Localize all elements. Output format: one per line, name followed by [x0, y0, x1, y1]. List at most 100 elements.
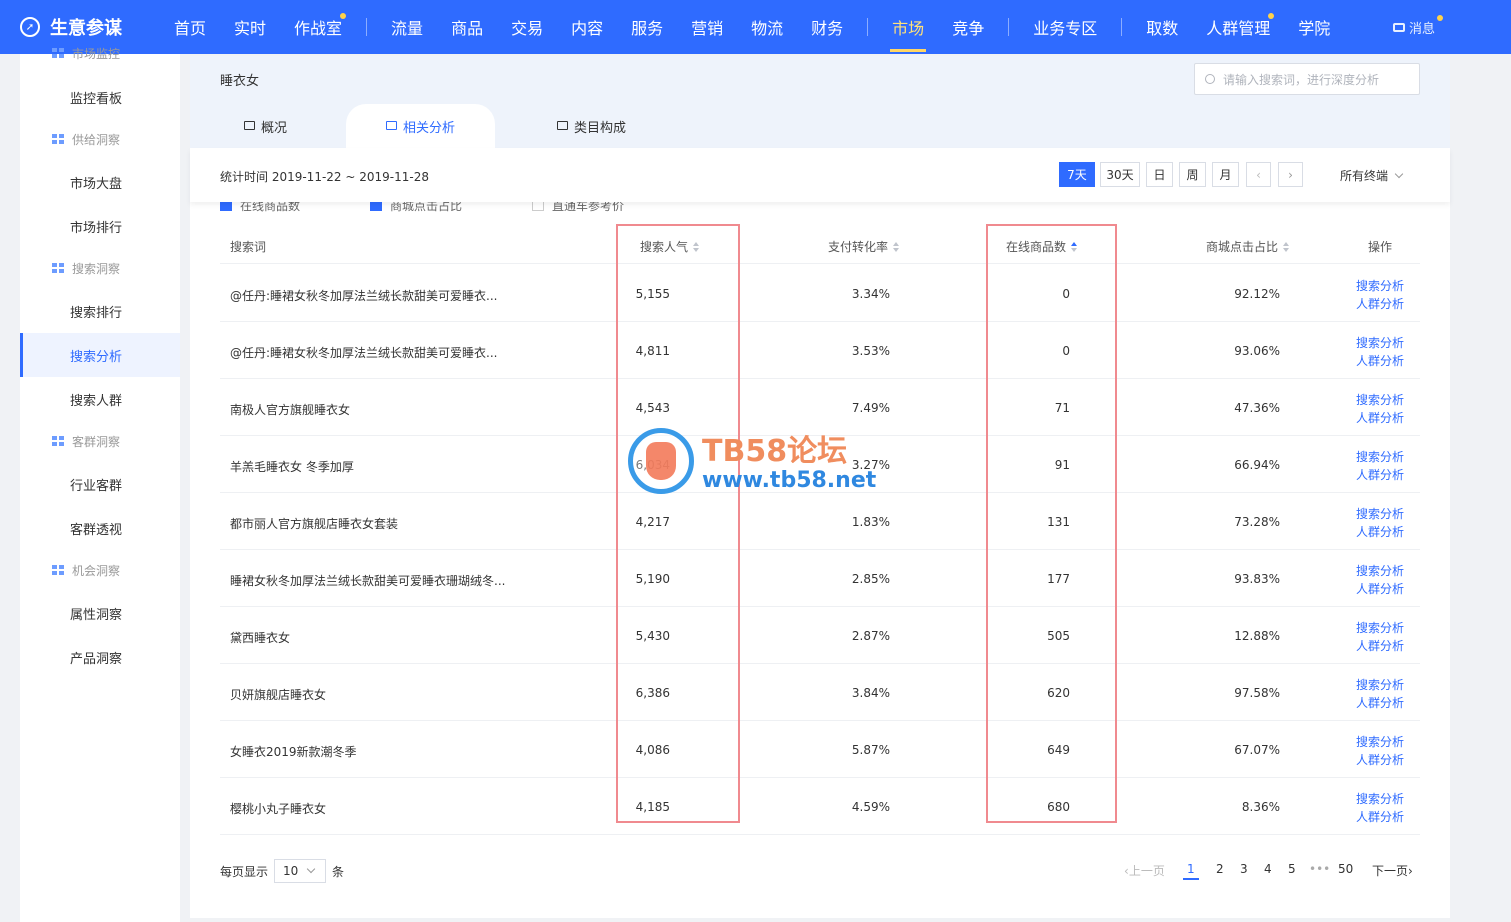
col-mall-click-share[interactable]: 商城点击占比 [1206, 238, 1290, 255]
nav-data-fetch[interactable]: 取数 [1132, 0, 1192, 54]
sort-icon [893, 241, 900, 253]
crowd-analysis-link[interactable]: 人群分析 [1356, 751, 1404, 769]
cell-search-term: 樱桃小丸子睡衣女 [230, 802, 327, 816]
sidebar-item-search-analysis[interactable]: 搜索分析 [20, 333, 180, 377]
search-analysis-link[interactable]: 搜索分析 [1356, 391, 1404, 409]
search-input[interactable]: 请输入搜索词，进行深度分析 [1194, 63, 1420, 95]
tab-related-analysis[interactable]: 相关分析 [346, 104, 496, 148]
crowd-analysis-link[interactable]: 人群分析 [1356, 637, 1404, 655]
nav-finance[interactable]: 财务 [797, 0, 857, 54]
nav-content[interactable]: 内容 [557, 0, 617, 54]
search-analysis-link[interactable]: 搜索分析 [1356, 733, 1404, 751]
crowd-analysis-link[interactable]: 人群分析 [1356, 694, 1404, 712]
sidebar-item-monitor-board[interactable]: 监控看板 [20, 75, 180, 119]
sidebar-item-search-rank[interactable]: 搜索排行 [20, 289, 180, 333]
nav-marketing[interactable]: 营销 [677, 0, 737, 54]
search-analysis-link[interactable]: 搜索分析 [1356, 619, 1404, 637]
page-2[interactable]: 2 [1216, 862, 1224, 876]
col-pay-conversion[interactable]: 支付转化率 [828, 238, 900, 255]
nav-service[interactable]: 服务 [617, 0, 677, 54]
nav-trade[interactable]: 交易 [497, 0, 557, 54]
page-1[interactable]: 1 [1183, 862, 1199, 880]
cell-pay-conversion: 3.34% [851, 287, 890, 301]
crowd-analysis-link[interactable]: 人群分析 [1356, 466, 1404, 484]
sidebar-item-attribute-insight[interactable]: 属性洞察 [20, 591, 180, 635]
crowd-analysis-link[interactable]: 人群分析 [1356, 808, 1404, 826]
prev-period-button[interactable]: ‹ [1246, 162, 1271, 187]
cell-search-term: 南极人官方旗舰睡衣女 [230, 403, 351, 417]
table-row: 睡裙女秋冬加厚法兰绒长款甜美可爱睡衣珊瑚绒冬... 5,190 2.85% 177 93… [220, 550, 1420, 607]
nav-logistics[interactable]: 物流 [737, 0, 797, 54]
sidebar-group-market-monitor[interactable]: 市场监控 [20, 42, 180, 64]
sidebar-group-search[interactable]: 搜索洞察 [20, 253, 180, 283]
crowd-analysis-link[interactable]: 人群分析 [1356, 523, 1404, 541]
sidebar-item-industry-customers[interactable]: 行业客群 [20, 462, 180, 506]
page-last[interactable]: 50 [1338, 862, 1353, 876]
sidebar-group-supply[interactable]: 供给洞察 [20, 124, 180, 154]
next-period-button[interactable]: › [1278, 162, 1303, 187]
search-analysis-link[interactable]: 搜索分析 [1356, 505, 1404, 523]
tab-label: 相关分析 [403, 120, 456, 136]
sidebar-item-market-overview[interactable]: 市场大盘 [20, 160, 180, 204]
nav-war-room[interactable]: 作战室 [280, 0, 356, 54]
nav-traffic[interactable]: 流量 [377, 0, 437, 54]
page-size-select[interactable]: 10 [274, 859, 327, 883]
nav-divider [366, 18, 368, 36]
sidebar-item-search-crowd[interactable]: 搜索人群 [20, 377, 180, 421]
table-row: @任丹:睡裙女秋冬加厚法兰绒长款甜美可爱睡衣... 4,811 3.53% 0 93.0… [220, 322, 1420, 379]
next-page-label: 下一页 [1372, 864, 1409, 878]
crowd-analysis-link[interactable]: 人群分析 [1356, 352, 1404, 370]
sidebar-group-customer[interactable]: 客群洞察 [20, 426, 180, 456]
sidebar-item-market-rank[interactable]: 市场排行 [20, 204, 180, 248]
range-7-days[interactable]: 7天 [1059, 162, 1095, 187]
col-label: 商城点击占比 [1206, 240, 1279, 254]
nav-products[interactable]: 商品 [437, 0, 497, 54]
page-5[interactable]: 5 [1288, 862, 1296, 876]
prev-page-button[interactable]: ‹上一页 [1124, 862, 1165, 879]
sidebar-item-customer-insight[interactable]: 客群透视 [20, 506, 180, 550]
search-analysis-link[interactable]: 搜索分析 [1356, 448, 1404, 466]
search-analysis-link[interactable]: 搜索分析 [1356, 562, 1404, 580]
range-month[interactable]: 月 [1212, 162, 1239, 187]
stat-time: 统计时间 2019-11-22 ~ 2019-11-28 [220, 170, 429, 184]
crowd-analysis-link[interactable]: 人群分析 [1356, 295, 1404, 313]
crowd-analysis-link[interactable]: 人群分析 [1356, 409, 1404, 427]
table-row: @任丹:睡裙女秋冬加厚法兰绒长款甜美可爱睡衣... 5,155 3.34% 0 92.1… [220, 265, 1420, 322]
search-analysis-link[interactable]: 搜索分析 [1356, 334, 1404, 352]
range-30-days[interactable]: 30天 [1100, 162, 1140, 187]
cell-search-term: 女睡衣2019新款潮冬季 [230, 745, 357, 759]
grid-icon [52, 47, 64, 59]
table-row: 都市丽人官方旗舰店睡衣女套装 4,217 1.83% 131 73.28% 搜索分析 人群分… [220, 493, 1420, 550]
nav-market[interactable]: 市场 [878, 0, 938, 54]
range-day[interactable]: 日 [1146, 162, 1173, 187]
chevron-right-icon: › [1288, 167, 1293, 182]
crowd-analysis-link[interactable]: 人群分析 [1356, 580, 1404, 598]
table-row: 女睡衣2019新款潮冬季 4,086 5.87% 649 67.07% 搜索分析 人群分析 [220, 721, 1420, 778]
next-page-button[interactable]: 下一页› [1372, 862, 1413, 879]
terminal-select[interactable]: 所有终端 [1340, 167, 1404, 184]
tab-overview[interactable]: 概况 [244, 104, 287, 148]
search-placeholder: 请输入搜索词，进行深度分析 [1223, 72, 1380, 87]
nav-academy[interactable]: 学院 [1284, 0, 1344, 54]
messages-button[interactable]: 消息 [1392, 15, 1443, 37]
search-analysis-link[interactable]: 搜索分析 [1356, 676, 1404, 694]
range-week[interactable]: 周 [1179, 162, 1206, 187]
grid-icon [52, 133, 64, 145]
nav-crowd-management[interactable]: 人群管理 [1192, 0, 1284, 54]
search-icon [1205, 74, 1215, 84]
page-ellipsis[interactable]: ••• [1309, 862, 1330, 876]
sidebar-item-product-insight[interactable]: 产品洞察 [20, 635, 180, 679]
sidebar-group-opportunity[interactable]: 机会洞察 [20, 555, 180, 585]
tab-category-composition[interactable]: 类目构成 [557, 104, 626, 148]
chevron-down-icon [1394, 169, 1404, 178]
search-analysis-link[interactable]: 搜索分析 [1356, 790, 1404, 808]
nav-realtime[interactable]: 实时 [220, 0, 280, 54]
nav-competition[interactable]: 竞争 [938, 0, 998, 54]
brand[interactable]: ➚ 生意参谋 [0, 14, 160, 40]
search-analysis-link[interactable]: 搜索分析 [1356, 277, 1404, 295]
page-size-unit: 条 [332, 864, 345, 879]
nav-business-zone[interactable]: 业务专区 [1019, 0, 1111, 54]
table-row: 贝妍旗舰店睡衣女 6,386 3.84% 620 97.58% 搜索分析 人群分析 [220, 664, 1420, 721]
page-3[interactable]: 3 [1240, 862, 1248, 876]
page-4[interactable]: 4 [1264, 862, 1272, 876]
